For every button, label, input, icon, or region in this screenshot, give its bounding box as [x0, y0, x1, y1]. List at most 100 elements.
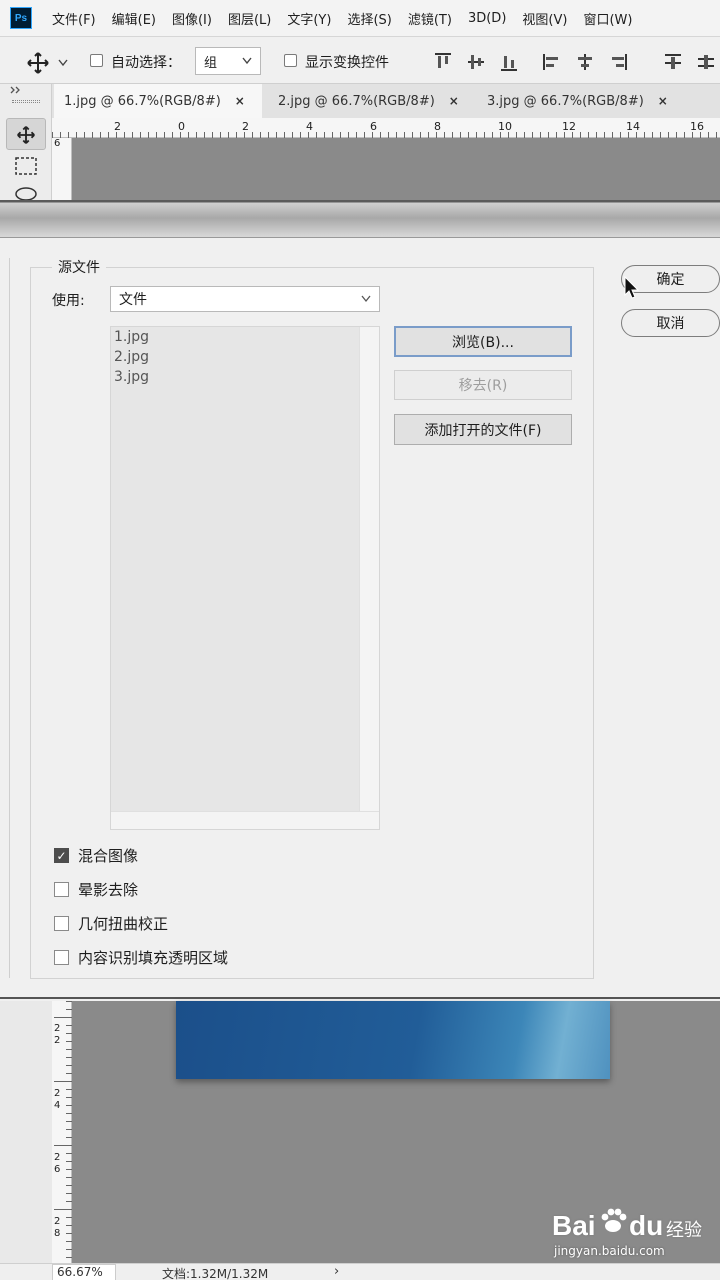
photomerge-dialog: 源文件 使用: 文件 1.jpg 2.jpg 3.jpg 浏览(B)... 移去… [0, 237, 720, 999]
use-value: 文件 [119, 292, 147, 308]
chevron-down-icon [361, 295, 371, 303]
menu-filter[interactable]: 滤镜(T) [408, 9, 452, 28]
toolbox-lower [0, 1001, 52, 1263]
checkbox-checked-icon[interactable]: ✓ [54, 848, 69, 863]
tab-label: 1.jpg @ 66.7%(RGB/8#) [64, 93, 221, 109]
ruler-label: 4 [306, 120, 313, 133]
move-tool-button[interactable] [6, 118, 46, 150]
baidu-paw-icon [601, 1208, 627, 1232]
use-label: 使用: [52, 293, 85, 309]
checkbox[interactable] [54, 950, 69, 965]
show-transform-label: 显示变换控件 [305, 55, 389, 71]
document-size-info: 文档:1.32M/1.32M [162, 1267, 269, 1280]
option-blend-images[interactable]: ✓ 混合图像 [54, 845, 138, 866]
menu-file[interactable]: 文件(F) [52, 9, 96, 28]
browse-button[interactable]: 浏览(B)... [394, 326, 572, 357]
ruler-label: 8 [54, 1228, 61, 1239]
collapse-arrows-icon[interactable] [10, 86, 22, 94]
zoom-level-field[interactable]: 66.67% [52, 1264, 116, 1280]
remove-button[interactable]: 移去(R) [394, 370, 572, 400]
tab-3-jpg[interactable]: 3.jpg @ 66.7%(RGB/8#) × [477, 84, 679, 118]
status-bar: 66.67% 文档:1.32M/1.32M › [0, 1263, 720, 1280]
align-vcenter-icon[interactable] [465, 51, 487, 73]
document-image[interactable] [176, 1001, 610, 1079]
ruler-label: 6 [54, 1164, 61, 1175]
option-vignette-removal[interactable]: 晕影去除 [54, 879, 138, 900]
menu-edit[interactable]: 编辑(E) [112, 9, 156, 28]
align-right-icon[interactable] [607, 51, 629, 73]
menu-select[interactable]: 选择(S) [347, 9, 391, 28]
close-icon[interactable]: × [235, 94, 245, 108]
vertical-scrollbar[interactable] [359, 327, 379, 811]
ruler-label: 0 [178, 120, 185, 133]
menu-type[interactable]: 文字(Y) [287, 9, 331, 28]
align-hcenter-icon[interactable] [574, 51, 596, 73]
distribute-vcenter-icon[interactable] [695, 51, 717, 73]
marquee-tool-icon[interactable] [14, 156, 40, 178]
watermark-sub: 经验 [666, 1220, 702, 1241]
list-item[interactable]: 3.jpg [114, 369, 149, 385]
menu-view[interactable]: 视图(V) [522, 9, 567, 28]
checkbox[interactable] [54, 882, 69, 897]
move-tool-icon [17, 126, 35, 144]
dialog-left-panel-edge [0, 258, 10, 978]
ruler-label: 6 [370, 120, 377, 133]
status-menu-arrow[interactable]: › [334, 1264, 339, 1279]
ruler-ticks [52, 132, 717, 138]
menu-3d[interactable]: 3D(D) [468, 11, 506, 26]
list-item[interactable]: 1.jpg [114, 329, 149, 345]
auto-select-dropdown[interactable]: 组 [195, 47, 261, 75]
auto-select-checkbox[interactable] [90, 54, 103, 67]
ruler-label: 8 [434, 120, 441, 133]
distribute-top-icon[interactable] [662, 51, 684, 73]
option-label: 几何扭曲校正 [78, 915, 169, 933]
ruler-label: 2 [54, 1216, 61, 1227]
cancel-button[interactable]: 取消 [621, 309, 720, 337]
menu-window[interactable]: 窗口(W) [583, 9, 632, 28]
blurred-background-strip [0, 200, 720, 237]
close-icon[interactable]: × [658, 94, 668, 108]
ruler-horizontal: 2 0 2 4 6 8 10 12 14 16 [52, 118, 720, 138]
add-open-files-button[interactable]: 添加打开的文件(F) [394, 414, 572, 445]
ruler-label: 2 [54, 1023, 61, 1034]
option-content-aware-fill[interactable]: 内容识别填充透明区域 [54, 947, 228, 968]
move-tool-icon[interactable] [26, 51, 50, 75]
ruler-label: 16 [690, 120, 704, 133]
align-top-icon[interactable] [432, 51, 454, 73]
tab-2-jpg[interactable]: 2.jpg @ 66.7%(RGB/8#) × [268, 84, 470, 118]
menu-image[interactable]: 图像(I) [172, 9, 212, 28]
align-bottom-icon[interactable] [498, 51, 520, 73]
menu-layer[interactable]: 图层(L) [228, 9, 271, 28]
chevron-down-icon[interactable] [58, 59, 68, 67]
option-label: 混合图像 [78, 847, 139, 865]
option-label: 晕影去除 [78, 881, 139, 899]
ruler-label: 4 [54, 1100, 61, 1111]
ruler-vertical: 6 [52, 138, 72, 202]
canvas-area[interactable] [72, 138, 720, 202]
use-dropdown[interactable]: 文件 [110, 286, 380, 312]
source-files-title: 源文件 [52, 257, 106, 277]
options-bar: 自动选择： 组 显示变换控件 [0, 36, 720, 84]
ruler-vertical: 2 2 2 4 2 6 2 8 [52, 1001, 72, 1263]
ruler-label: 2 [54, 1088, 61, 1099]
toolbox-grip[interactable] [12, 100, 40, 103]
document-tab-bar: 1.jpg @ 66.7%(RGB/8#) × 2.jpg @ 66.7%(RG… [0, 84, 720, 118]
auto-select-label: 自动选择： [111, 55, 181, 71]
horizontal-scrollbar[interactable] [111, 811, 379, 829]
close-icon[interactable]: × [449, 94, 459, 108]
watermark-brand-du: du [629, 1210, 664, 1241]
tab-1-jpg[interactable]: 1.jpg @ 66.7%(RGB/8#) × [54, 84, 262, 118]
ruler-label: 2 [54, 1035, 61, 1046]
menu-bar: Ps 文件(F) 编辑(E) 图像(I) 图层(L) 文字(Y) 选择(S) 滤… [0, 0, 720, 36]
photoshop-logo-icon: Ps [10, 7, 32, 29]
show-transform-checkbox[interactable] [284, 54, 297, 67]
auto-select-value: 组 [204, 55, 218, 71]
align-left-icon[interactable] [541, 51, 563, 73]
toolbox [0, 84, 52, 204]
ruler-label: 12 [562, 120, 576, 133]
mouse-cursor-icon [624, 276, 640, 299]
checkbox[interactable] [54, 916, 69, 931]
file-list[interactable]: 1.jpg 2.jpg 3.jpg [110, 326, 380, 830]
option-geometric-distortion[interactable]: 几何扭曲校正 [54, 913, 168, 934]
list-item[interactable]: 2.jpg [114, 349, 149, 365]
